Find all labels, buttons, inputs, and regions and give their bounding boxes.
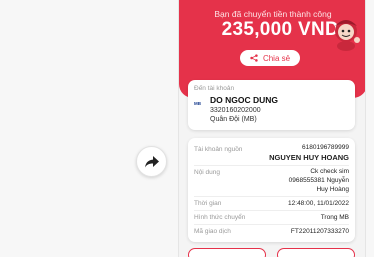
- share-arrow-icon: [144, 155, 159, 167]
- recipient-label: Đến tài khoản: [194, 85, 235, 92]
- bottom-action-button-left[interactable]: [188, 248, 266, 257]
- share-button[interactable]: Chia sẻ: [240, 50, 300, 66]
- transfer-method-label: Hình thức chuyển: [194, 214, 246, 221]
- divider: [194, 196, 349, 197]
- content-line-1: Ck check sim: [310, 168, 349, 175]
- transaction-id-label: Mã giao dịch: [194, 228, 231, 235]
- recipient-account: 3320160202000: [210, 107, 261, 114]
- divider: [194, 224, 349, 225]
- divider: [194, 210, 349, 211]
- amount-text: 235,000 VND: [221, 19, 339, 40]
- content-line-3: Huy Hoàng: [316, 186, 349, 193]
- transaction-id-value: FT22011207333270: [290, 228, 349, 235]
- time-value: 12:48:00, 11/01/2022: [288, 200, 349, 207]
- share-nodes-icon: [250, 54, 258, 62]
- recipient-name: DO NGOC DUNG: [210, 95, 278, 105]
- transfer-method-value: Trong MB: [320, 214, 349, 221]
- share-label: Chia sẻ: [262, 53, 291, 63]
- source-account-number: 6180196789999: [302, 144, 349, 151]
- bank-logo: MB: [194, 101, 201, 106]
- forward-share-button[interactable]: [136, 146, 167, 177]
- time-label: Thời gian: [194, 200, 222, 207]
- content-label: Nội dung: [194, 169, 221, 176]
- recipient-card: Đến tài khoản MB DO NGOC DUNG 3320160202…: [188, 80, 355, 130]
- divider: [194, 165, 349, 166]
- mascot-icon: [335, 20, 360, 51]
- bottom-action-button-right[interactable]: [277, 248, 355, 257]
- content-line-2: 0968555381 Nguyễn: [288, 177, 349, 184]
- recipient-bank: Quân Đội (MB): [210, 116, 257, 123]
- source-account-label: Tài khoản nguồn: [194, 146, 243, 153]
- transaction-details-card: Tài khoản nguồn 6180196789999 NGUYEN HUY…: [188, 138, 355, 242]
- receipt-screen: Bạn đã chuyển tiền thành công 235,000 VN…: [178, 0, 366, 257]
- source-account-name: NGUYEN HUY HOANG: [269, 153, 349, 162]
